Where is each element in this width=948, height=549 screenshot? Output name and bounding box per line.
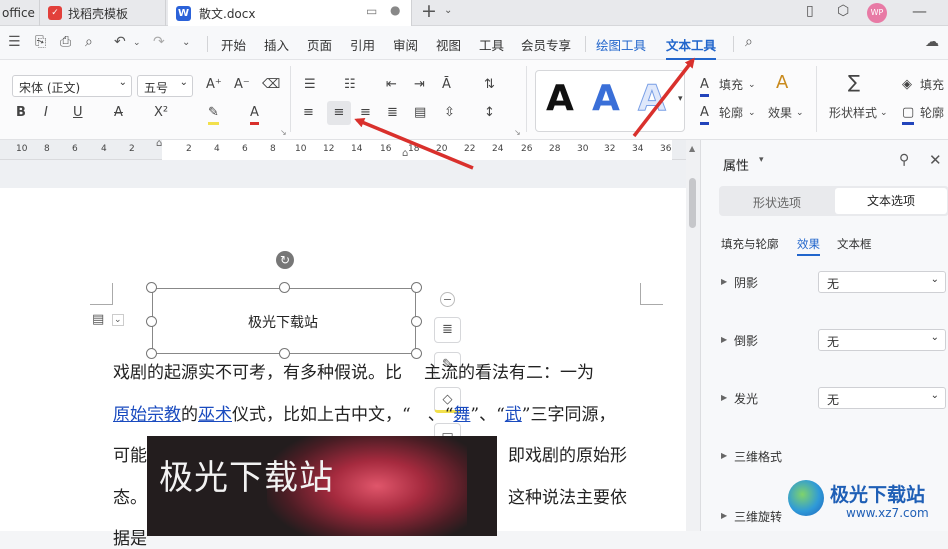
arrow-to-align-center: [354, 118, 474, 170]
annotation-arrows: [354, 57, 695, 170]
arrow-to-text-tools: [632, 57, 695, 138]
